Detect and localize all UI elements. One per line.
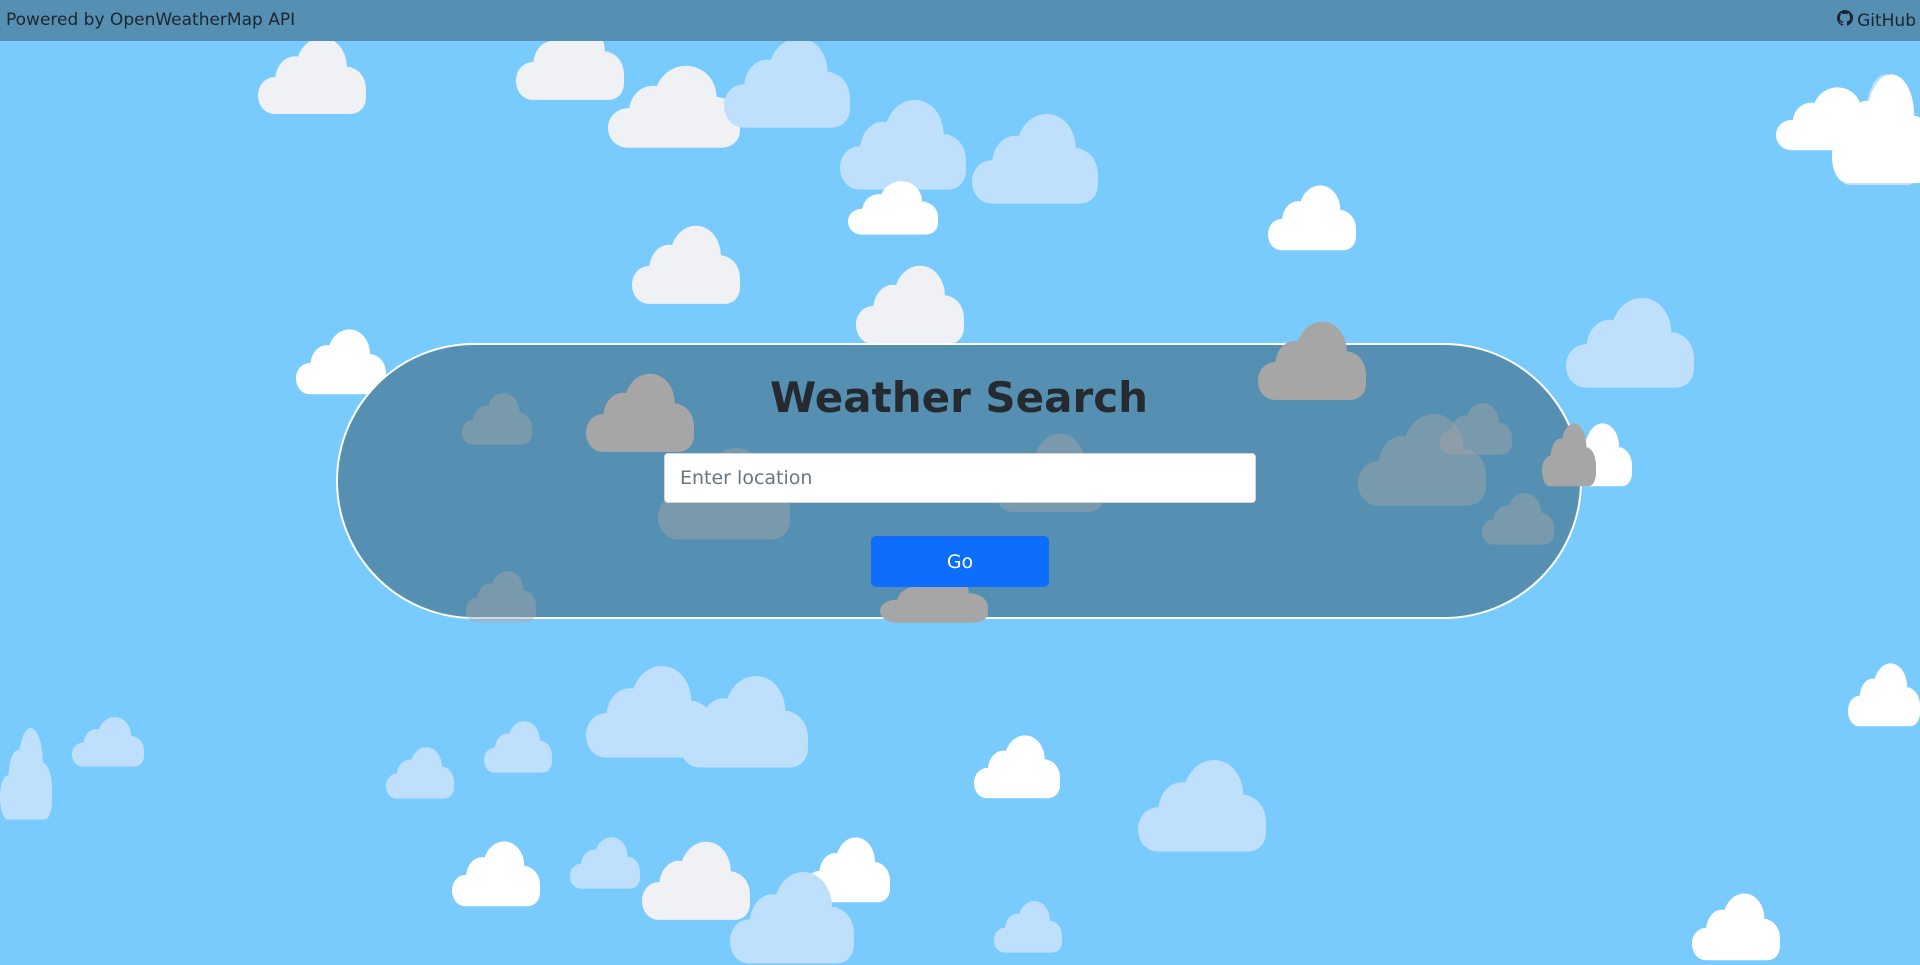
- cloud-icon: [1138, 758, 1266, 854]
- page-title: Weather Search: [769, 373, 1149, 422]
- cloud-icon: [1566, 296, 1694, 390]
- cloud-icon: [856, 264, 964, 346]
- cloud-icon: [724, 36, 850, 130]
- cloud-icon: [848, 180, 938, 236]
- cloud-icon: [840, 98, 966, 192]
- github-icon: [1837, 10, 1854, 31]
- cloud-icon: [386, 746, 454, 800]
- powered-by-text: Powered by OpenWeatherMap API: [6, 10, 296, 30]
- cloud-icon: [974, 734, 1060, 800]
- cloud-icon: [608, 64, 740, 150]
- cloud-icon: [730, 870, 854, 965]
- cloud-icon: [1268, 184, 1356, 252]
- go-button[interactable]: Go: [871, 536, 1049, 587]
- cloud-icon: [570, 836, 640, 890]
- cloud-icon: [1848, 662, 1920, 728]
- location-input[interactable]: [664, 453, 1256, 503]
- cloud-icon: [72, 716, 144, 768]
- cloud-icon: [452, 840, 540, 908]
- search-panel-content: Weather Search Go: [336, 343, 1582, 619]
- cloud-icon: [972, 112, 1098, 206]
- cloud-icon: [484, 720, 552, 774]
- github-link[interactable]: GitHub: [1837, 10, 1916, 31]
- cloud-icon: [680, 674, 808, 770]
- cloud-icon: [258, 36, 366, 116]
- cloud-icon: [1692, 892, 1780, 962]
- cloud-icon: [1832, 72, 1920, 186]
- github-label: GitHub: [1857, 10, 1916, 31]
- cloud-icon: [0, 726, 52, 822]
- cloud-icon: [994, 900, 1062, 954]
- cloud-icon: [632, 224, 740, 306]
- top-bar: Powered by OpenWeatherMap API GitHub: [0, 0, 1920, 41]
